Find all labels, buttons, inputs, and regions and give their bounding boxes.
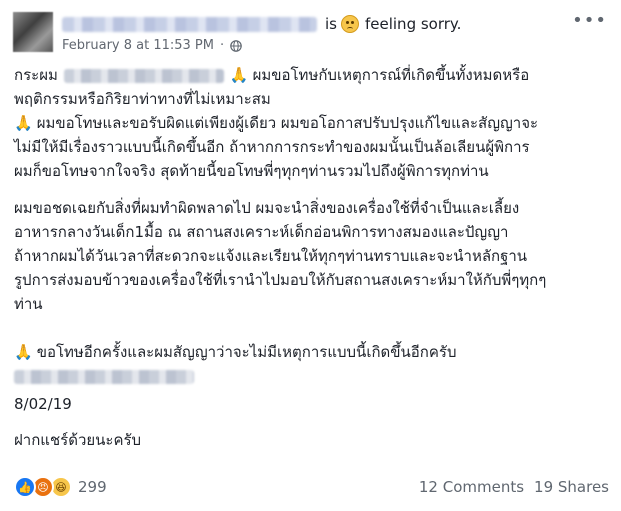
post-text: อาหารกลางวันเด็ก1มื้อ ณ สถานสงเคราะห์เด็…: [14, 223, 509, 241]
comments-count-link[interactable]: 12 Comments: [419, 478, 524, 496]
post-date: 8/02/19: [14, 395, 72, 413]
post-line: ผมก็ขอโทษจากใจจริง สุดท้ายนี้ขอโทษพี่ๆทุ…: [14, 159, 610, 183]
post-text: รูปการส่งมอบข้าวของเครื่องใช้ที่เรานำไปม…: [14, 271, 547, 289]
post-line: ถ้าหากผมได้วันเวลาที่สะดวกจะแจ้งและเรียน…: [14, 244, 610, 268]
post-text: ขอโทษอีกครั้งและผมสัญญาว่าจะไม่มีเหตุการ…: [36, 343, 457, 361]
reaction-count[interactable]: 299: [78, 478, 107, 496]
shares-count-link[interactable]: 19 Shares: [534, 478, 609, 496]
sad-face-emoji-icon: [340, 15, 359, 33]
post-footer: 👍 😠 😆 299 12 Comments 19 Shares: [14, 476, 609, 498]
post-header-title: is feeling sorry.: [62, 13, 461, 35]
post-line: อาหารกลางวันเด็ก1มื้อ ณ สถานสงเคราะห์เด็…: [14, 220, 610, 244]
pray-emoji-icon: 🙏: [14, 343, 33, 361]
pray-emoji-icon: 🙏: [229, 66, 249, 84]
post-text: ผมขอชดเฉยกับสิ่งที่ผมทำผิดพลาดไป ผมจะนำส…: [14, 199, 520, 217]
post-line: ผมขอชดเฉยกับสิ่งที่ผมทำผิดพลาดไป ผมจะนำส…: [14, 196, 610, 220]
post-text: พฤติกรรมหรือกิริยาท่าทางที่ไม่เหมาะสม: [14, 90, 271, 108]
post-text: ไม่มีให้มีเรื่องราวแบบนี้เกิดขึ้นอีก ถ้า…: [14, 138, 530, 156]
more-options-icon[interactable]: •••: [572, 10, 607, 31]
meta-separator: ·: [220, 38, 225, 53]
facebook-post: is feeling sorry. February 8 at 11:53 PM…: [0, 0, 621, 511]
reactions-summary[interactable]: 👍 😠 😆 299: [14, 476, 107, 498]
post-timestamp[interactable]: February 8 at 11:53 PM: [62, 38, 214, 53]
post-text: ถ้าหากผมได้วันเวลาที่สะดวกจะแจ้งและเรียน…: [14, 247, 528, 265]
post-line: รูปการส่งมอบข้าวของเครื่องใช้ที่เรานำไปม…: [14, 268, 610, 292]
post-line: ฝากแชร์ด้วยนะครับ: [14, 428, 610, 452]
pray-emoji-icon: 🙏: [14, 114, 33, 132]
post-text: ผมขอโทษกับเหตุการณ์ที่เกิดขึ้นทั้งหมดหรื…: [252, 66, 530, 84]
avatar[interactable]: [13, 12, 53, 52]
post-text: ท่าน: [14, 295, 43, 313]
post-line: กระผม 🙏 ผมขอโทษกับเหตุการณ์ที่เกิดขึ้นทั้ง…: [14, 63, 610, 87]
post-line: พฤติกรรมหรือกิริยาท่าทางที่ไม่เหมาะสม: [14, 87, 610, 111]
post-text: กระผม: [14, 66, 58, 84]
post-line: ท่าน: [14, 292, 610, 316]
post-meta: February 8 at 11:53 PM ·: [62, 38, 242, 53]
post-body: กระผม 🙏 ผมขอโทษกับเหตุการณ์ที่เกิดขึ้นทั้ง…: [14, 63, 610, 452]
share-request-text: ฝากแชร์ด้วยนะครับ: [14, 431, 142, 449]
post-line: [14, 364, 610, 388]
redacted-signature: [14, 369, 194, 384]
feeling-text: feeling sorry.: [364, 15, 462, 33]
redacted-name: [63, 68, 224, 83]
feeling-verb: is: [325, 15, 337, 33]
feeling-status: is feeling sorry.: [325, 15, 461, 33]
post-line: ไม่มีให้มีเรื่องราวแบบนี้เกิดขึ้นอีก ถ้า…: [14, 135, 610, 159]
author-name-redacted[interactable]: [62, 16, 317, 32]
post-line: 🙏 ขอโทษอีกครั้งและผมสัญญาว่าจะไม่มีเหตุกา…: [14, 340, 610, 364]
post-text: ผมก็ขอโทษจากใจจริง สุดท้ายนี้ขอโทษพี่ๆทุ…: [14, 162, 489, 180]
post-line: 8/02/19: [14, 392, 610, 416]
globe-icon[interactable]: [230, 39, 242, 52]
like-icon: 👍: [14, 476, 36, 498]
post-line: 🙏 ผมขอโทษและขอรับผิดแต่เพียงผู้เดียว ผมขอ…: [14, 111, 610, 135]
post-text: ผมขอโทษและขอรับผิดแต่เพียงผู้เดียว ผมขอโ…: [36, 114, 539, 132]
